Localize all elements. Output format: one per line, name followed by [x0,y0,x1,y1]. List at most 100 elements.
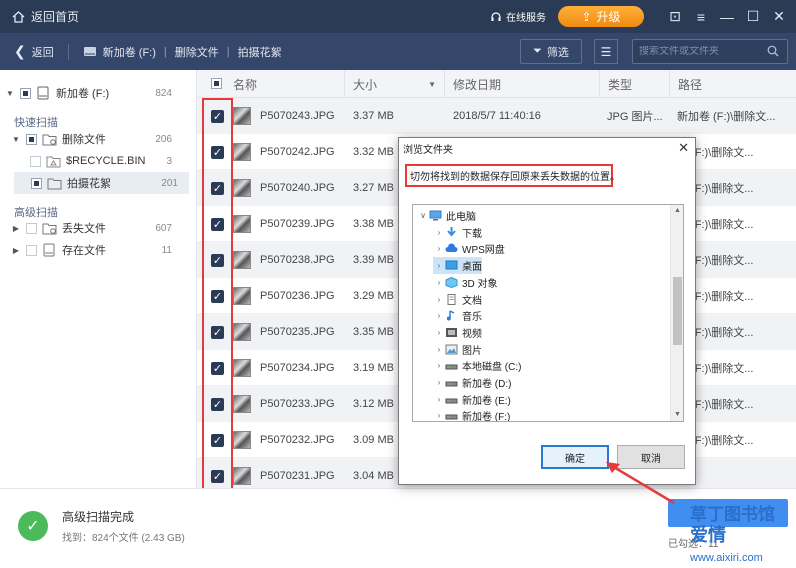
breadcrumb-item-deleted[interactable]: 删除文件 [175,44,219,60]
root-checkbox[interactable] [20,87,31,99]
document-icon [445,293,458,305]
lost-files-checkbox[interactable] [26,222,37,234]
column-header-type[interactable]: 类型 [599,70,669,98]
folder-tree-item[interactable]: › 音乐 [433,307,482,324]
select-all-checkbox[interactable] [211,78,222,89]
filter-button[interactable]: ⏷ 筛选 [520,39,582,64]
navigation-bar: ❮ 返回 新加卷 (F:) | 删除文件 | 拍摄花絮 ⏷ 筛选 ☰ [0,33,796,70]
deleted-files-checkbox[interactable] [26,133,37,145]
row-checkbox[interactable]: ✓ [211,397,224,411]
breadcrumb-item-current[interactable]: 拍摄花絮 [238,44,282,60]
file-size: 3.35 MB [353,326,394,338]
column-header-path[interactable]: 路径 [669,70,796,98]
drive-icon [445,410,458,421]
scroll-down-icon[interactable]: ▼ [671,409,683,421]
row-checkbox[interactable]: ✓ [211,145,224,159]
search-input[interactable] [639,46,765,57]
folder-tree-item[interactable]: › 文档 [433,291,482,308]
folder-tree-item[interactable]: › 3D 对象 [433,274,498,291]
column-header-name[interactable]: 名称 [225,70,344,98]
folder-tree-item[interactable]: › 桌面 [433,257,482,275]
recycle-bin-checkbox[interactable] [30,155,41,167]
folder-tree-item[interactable]: › 新加卷 (E:) [433,391,511,408]
chevron-right-icon[interactable]: › [433,244,445,253]
expand-arrow-icon[interactable]: ▼ [11,135,21,144]
expand-arrow-icon[interactable]: ▼ [5,89,15,98]
table-row[interactable]: ✓ P5070243.JPG 3.37 MB 2018/5/7 11:40:16 JPG… [197,98,796,134]
folder-tree-item[interactable]: › 本地磁盘 (C:) [433,357,522,374]
folder-tree-item[interactable]: › 下载 [433,224,482,241]
folder-tree-item[interactable]: › 新加卷 (F:) [433,407,511,421]
menu-button[interactable]: ≡ [688,0,714,33]
sidebar-item-lost-files[interactable]: ▶ 丢失文件 607 [0,217,197,239]
dialog-close-button[interactable]: ✕ [678,140,689,156]
chevron-right-icon[interactable]: › [433,328,445,337]
chevron-right-icon[interactable]: › [433,345,445,354]
row-checkbox[interactable]: ✓ [211,325,224,339]
search-icon[interactable] [767,45,779,57]
column-header-date[interactable]: 修改日期 [444,70,599,98]
sidebar-item-label: 删除文件 [62,134,106,146]
chevron-right-icon[interactable]: › [433,311,445,320]
expand-arrow-icon[interactable]: ▶ [11,224,21,233]
row-checkbox[interactable]: ✓ [211,433,224,447]
chevron-right-icon[interactable]: › [433,295,445,304]
sidebar-item-recycle-bin[interactable]: $RECYCLE.BIN 3 [0,150,197,172]
photo-outtakes-checkbox[interactable] [31,177,42,189]
folder-tree-item[interactable]: ∨ 此电脑 [417,207,476,224]
file-size: 3.29 MB [353,290,394,302]
back-button[interactable]: ❮ 返回 [14,43,54,60]
ok-button[interactable]: 确定 [541,445,609,469]
expand-arrow-icon[interactable]: ▶ [11,246,21,255]
cloud-icon [445,243,458,254]
chevron-right-icon[interactable]: › [433,411,445,420]
folder-tree-label: 下载 [462,228,482,240]
sidebar-item-deleted-files[interactable]: ▼ 删除文件 206 [0,128,197,150]
folder-icon [47,178,62,189]
image-thumbnail-icon [233,287,251,305]
tree-scrollbar[interactable]: ▲ ▼ [670,205,683,421]
sidebar-item-existing-files[interactable]: ▶ 存在文件 11 [0,239,197,261]
chevron-right-icon[interactable]: › [433,228,445,237]
view-toggle-button[interactable]: ☰ [594,39,618,64]
breadcrumb-item-drive[interactable]: 新加卷 (F:) [103,44,156,60]
row-checkbox[interactable]: ✓ [211,181,224,195]
upgrade-button[interactable]: ⇪ 升级 [558,6,644,27]
row-checkbox[interactable]: ✓ [211,469,224,483]
row-checkbox[interactable]: ✓ [211,289,224,303]
chevron-down-icon[interactable]: ∨ [417,211,429,220]
file-size: 3.09 MB [353,434,394,446]
chevron-right-icon[interactable]: › [433,378,445,387]
folder-tree-item[interactable]: › 图片 [433,341,482,358]
sidebar-item-photo-outtakes[interactable]: 拍摄花絮 201 [14,172,189,194]
search-box [632,39,788,64]
file-size: 3.38 MB [353,218,394,230]
file-name: P5070231.JPG [260,470,335,482]
existing-files-checkbox[interactable] [26,244,37,256]
folder-tree-item[interactable]: › WPS网盘 [433,240,505,257]
scroll-thumb[interactable] [673,277,682,345]
row-checkbox[interactable]: ✓ [211,109,224,123]
chevron-right-icon[interactable]: › [433,395,445,404]
close-button[interactable]: ✕ [766,0,792,33]
sidebar-item-label: 丢失文件 [62,223,106,235]
maximize-icon: ☐ [746,8,760,24]
sidebar-item-count: 201 [161,177,178,189]
folder-tree-item[interactable]: › 新加卷 (D:) [433,374,512,391]
chevron-right-icon[interactable]: › [433,261,445,270]
file-name: P5070243.JPG [260,110,335,122]
row-checkbox[interactable]: ✓ [211,217,224,231]
sidebar-item-root[interactable]: ▼ 新加卷 (F:) 824 [0,82,197,104]
scroll-up-icon[interactable]: ▲ [671,205,683,217]
row-checkbox[interactable]: ✓ [211,253,224,267]
chevron-right-icon[interactable]: › [433,278,445,287]
folder-tree-item[interactable]: › 视频 [433,324,482,341]
home-link[interactable]: 返回首页 [12,8,79,25]
row-checkbox[interactable]: ✓ [211,361,224,375]
column-header-size[interactable]: 大小 ▼ [344,70,444,98]
maximize-button[interactable]: ☐ [740,0,766,33]
skin-button[interactable]: ⊡ [662,0,688,33]
online-service-button[interactable]: 在线服务 [490,9,546,24]
chevron-right-icon[interactable]: › [433,361,445,370]
minimize-button[interactable]: — [714,0,740,33]
